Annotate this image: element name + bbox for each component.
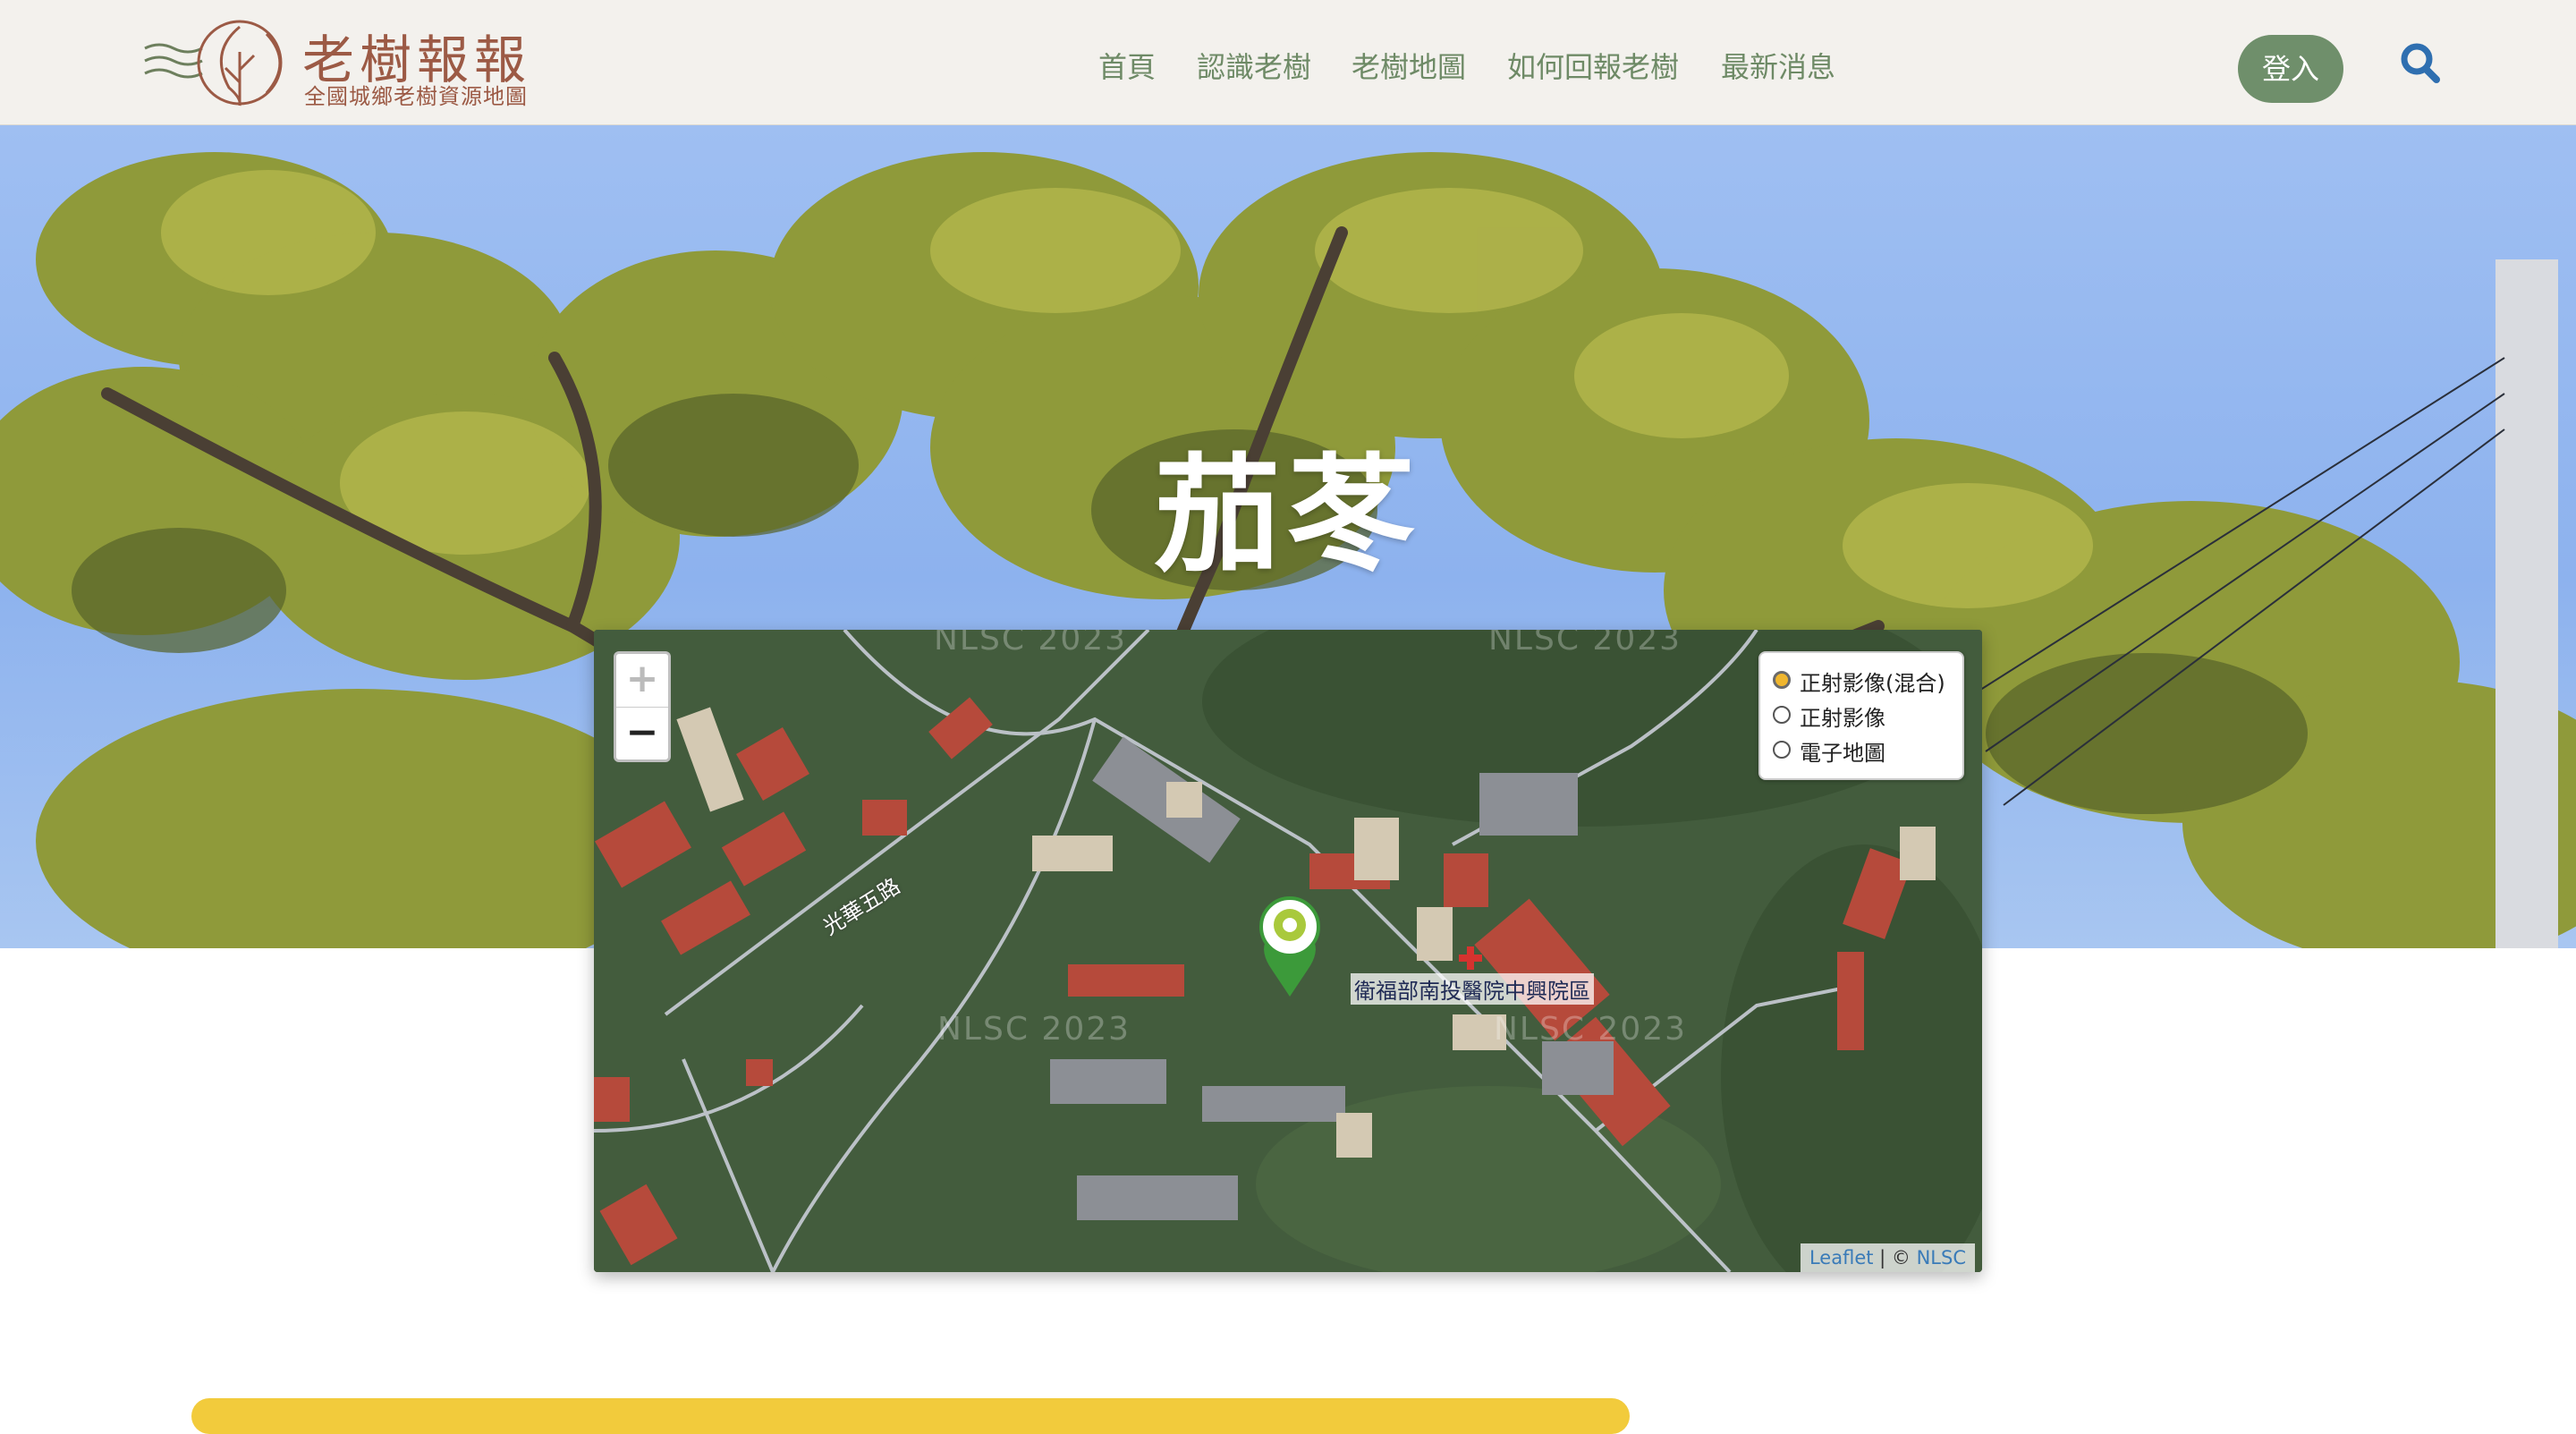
zoom-out-button[interactable]: − [616, 708, 668, 759]
logo-tree-icon [144, 20, 283, 106]
nav-how-to-report[interactable]: 如何回報老樹 [1507, 45, 1679, 86]
radio-button[interactable] [1773, 741, 1791, 759]
nav-home[interactable]: 首頁 [1098, 45, 1156, 86]
logo-subtitle: 全國城鄉老樹資源地圖 [304, 84, 528, 109]
nav-tree-map[interactable]: 老樹地圖 [1352, 45, 1466, 86]
tree-species-title: 茄苳 [1154, 442, 1422, 590]
map-watermark: NLSC 2023 [1488, 630, 1682, 658]
map-watermark: NLSC 2023 [937, 1011, 1131, 1048]
map-watermark: NLSC 2023 [1494, 1011, 1688, 1048]
site-header: 老樹報報 全國城鄉老樹資源地圖 首頁 認識老樹 老樹地圖 如何回報老樹 最新消息… [0, 0, 2576, 125]
zoom-control: + − [614, 651, 671, 762]
nlsc-link[interactable]: NLSC [1917, 1247, 1966, 1269]
radio-button[interactable] [1773, 671, 1791, 689]
place-label: 衛福部南投醫院中興院區 [1351, 973, 1594, 1005]
search-icon [2401, 43, 2440, 83]
nav-about-trees[interactable]: 認識老樹 [1197, 45, 1311, 86]
site-logo[interactable]: 老樹報報 全國城鄉老樹資源地圖 [141, 13, 544, 111]
map-attribution: Leaflet | © NLSC [1800, 1243, 1975, 1272]
leaflet-link[interactable]: Leaflet [1809, 1247, 1874, 1269]
nav-news[interactable]: 最新消息 [1721, 45, 1835, 86]
radio-button[interactable] [1773, 706, 1791, 724]
map-watermark: NLSC 2023 [934, 630, 1128, 658]
login-button[interactable]: 登入 [2238, 35, 2343, 103]
zoom-in-button[interactable]: + [616, 654, 668, 708]
layer-switcher: 正射影像(混合) 正射影像 電子地圖 [1758, 651, 1964, 780]
section-header-bar [191, 1398, 1630, 1434]
attribution-separator: | © [1873, 1247, 1917, 1269]
search-button[interactable] [2397, 41, 2444, 88]
tree-location-map[interactable]: NLSC 2023 NLSC 2023 NLSC 2023 NLSC 2023 … [594, 630, 1982, 1272]
